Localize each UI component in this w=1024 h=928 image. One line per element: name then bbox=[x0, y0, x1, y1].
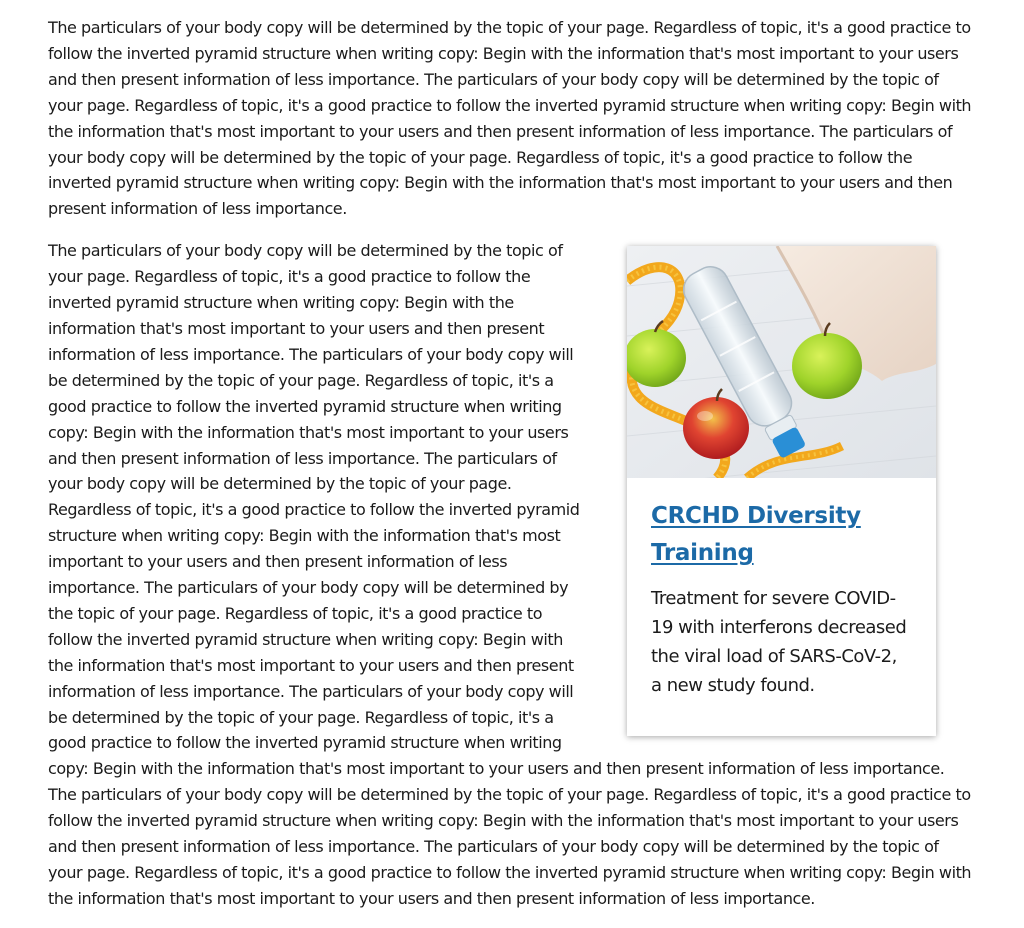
article-body: The particulars of your body copy will b… bbox=[48, 15, 976, 928]
card-title-link[interactable]: CRCHD Diversity Training bbox=[651, 498, 912, 572]
feature-card: CRCHD Diversity Training Treatment for s… bbox=[627, 246, 936, 737]
card-image bbox=[627, 246, 936, 479]
card-body: CRCHD Diversity Training Treatment for s… bbox=[627, 478, 936, 736]
body-paragraph-1: The particulars of your body copy will b… bbox=[48, 18, 972, 219]
card-description: Treatment for severe COVID-19 with inter… bbox=[651, 588, 907, 697]
